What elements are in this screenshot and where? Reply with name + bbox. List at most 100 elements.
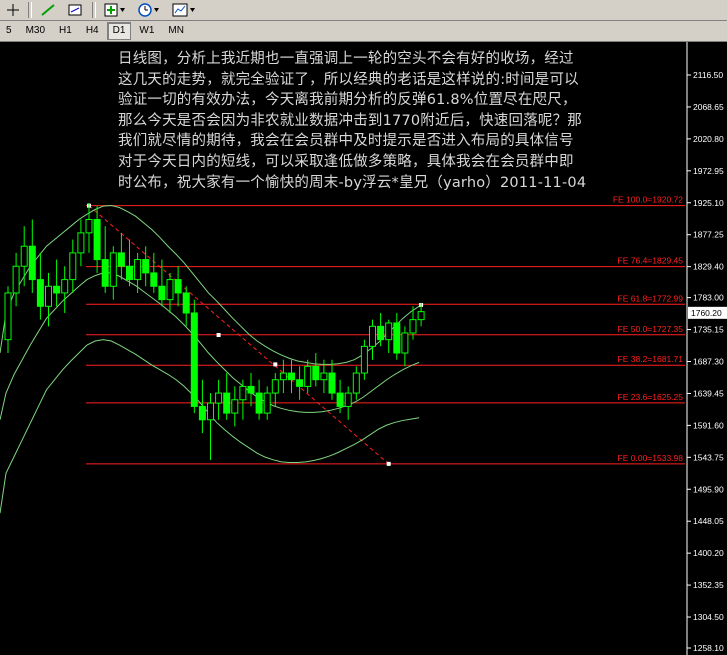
price-tick-label: 1495.90 xyxy=(693,484,724,494)
candle-body xyxy=(271,379,279,394)
price-tick-label: 1258.10 xyxy=(693,643,724,653)
fibo-anchor-point xyxy=(273,362,278,367)
fibo-level-label: FE 38.2=1681.71 xyxy=(618,354,684,364)
candle-body xyxy=(45,285,52,307)
candle-body xyxy=(36,279,44,307)
templates-icon[interactable] xyxy=(168,1,200,19)
annotation-line: 那么今天是否会因为非农就业数据冲击到1770附近后，快速回落呢？那 xyxy=(118,112,582,129)
candle-body xyxy=(296,379,304,387)
annotation-line: 验证一切的有效办法，今天离我前期分析的反弹61.8%位置尽在咫尺， xyxy=(118,92,577,109)
timeframe-m30[interactable]: M30 xyxy=(20,22,51,40)
candle-body xyxy=(417,311,425,321)
candle-body xyxy=(207,402,214,421)
crosshair-icon[interactable] xyxy=(2,1,24,19)
chart-toolbar xyxy=(0,0,727,21)
price-tick-label: 1877.25 xyxy=(693,230,724,240)
price-tick-label: 2116.50 xyxy=(693,70,723,80)
fibo-level-label: FE 50.0=1727.35 xyxy=(618,324,684,334)
price-tick-label: 1543.75 xyxy=(693,452,724,462)
candle-body xyxy=(174,279,182,294)
candle-body xyxy=(263,392,271,414)
price-tick-label: 1591.60 xyxy=(693,420,724,430)
fibo-level-label: FE 23.6=1625.25 xyxy=(618,392,684,402)
price-tick-label: 1400.20 xyxy=(693,548,724,558)
candle-body xyxy=(336,392,344,407)
price-tick-label: 1925.10 xyxy=(693,198,724,208)
price-tick-label: 2020.80 xyxy=(693,134,724,144)
candle-body xyxy=(231,399,239,414)
add-indicator-icon[interactable] xyxy=(100,1,130,19)
annotation-line: 日线图，分析上我近期也一直强调上一轮的空头不会有好的收场，经过 xyxy=(118,51,574,67)
candle-body xyxy=(288,372,295,381)
price-tick-label: 1783.00 xyxy=(693,293,724,303)
candle-body xyxy=(279,372,287,381)
candle-body xyxy=(409,319,417,334)
candle-body xyxy=(77,232,85,254)
candle-body xyxy=(377,325,385,341)
annotation-line: 对于今天日内的短线，可以采取逢低做多策略，具体我会在会员群中即 xyxy=(118,153,574,170)
clock-icon[interactable] xyxy=(134,1,164,19)
candle-body xyxy=(85,219,93,234)
annotation-line: 我们就尽情的期待，我会在会员群中及时提示是否进入布局的具体信号 xyxy=(118,133,574,150)
candle-body xyxy=(109,252,117,287)
candle-body xyxy=(352,372,360,394)
candle-body xyxy=(142,259,150,274)
price-tick-label: 1352.35 xyxy=(693,580,724,590)
candle-body xyxy=(385,322,393,341)
timeframe-h4[interactable]: H4 xyxy=(80,22,105,40)
candle-body xyxy=(247,385,255,394)
candle-body xyxy=(239,385,247,401)
fibo-anchor-point xyxy=(386,461,391,466)
fibo-level-label: FE 76.4=1829.45 xyxy=(618,256,684,266)
candle-body xyxy=(215,392,223,404)
timeframe-bar: 5 M30 H1 H4 D1 W1 MN xyxy=(0,21,727,42)
candle-body xyxy=(304,365,312,387)
candle-body xyxy=(190,312,198,407)
price-tick-label: 1972.95 xyxy=(693,166,724,176)
fibo-anchor-point xyxy=(216,332,221,337)
candle-body xyxy=(61,279,69,294)
candle-body xyxy=(320,372,328,381)
candle-body xyxy=(393,322,401,354)
candle-body xyxy=(328,372,336,394)
timeframe-5[interactable]: 5 xyxy=(0,22,18,40)
candle-body xyxy=(312,365,320,381)
price-tick-label: 1639.45 xyxy=(693,388,724,398)
candle-body xyxy=(126,265,133,281)
fibo-level-label: FE 0.00=1533.98 xyxy=(618,453,684,463)
candle-body xyxy=(158,285,166,301)
bollinger-bands xyxy=(0,204,420,514)
toolbar-separator xyxy=(28,2,32,18)
candle-body xyxy=(101,259,109,287)
candle-body xyxy=(223,392,231,414)
timeframe-w1[interactable]: W1 xyxy=(133,22,160,40)
fibo-level-label: FE 100.0=1920.72 xyxy=(613,195,683,205)
candle-body xyxy=(198,405,206,421)
candle-body xyxy=(150,272,158,287)
candle-body xyxy=(93,219,101,261)
candlesticks xyxy=(4,202,425,460)
line-tool-icon[interactable] xyxy=(36,1,60,19)
candle-body xyxy=(12,265,20,294)
zoom-icon[interactable] xyxy=(64,1,88,19)
price-tick-label: 1829.40 xyxy=(693,262,724,272)
candle-body xyxy=(28,245,36,281)
price-axis[interactable]: 2116.50 2068.65 2020.80 1972.95 1925.10 1877.… xyxy=(686,42,727,655)
candle-body xyxy=(53,285,61,294)
candle-body xyxy=(255,392,263,414)
candle-body xyxy=(401,332,409,354)
candle-body xyxy=(166,279,174,301)
candle-body xyxy=(182,292,190,314)
timeframe-h1[interactable]: H1 xyxy=(53,22,78,40)
price-tick-label: 1735.15 xyxy=(693,325,724,335)
annotation-line: 这几天的走势，就完全验证了，所以经典的老话是这样说的:时间是可以 xyxy=(118,71,579,88)
candle-body xyxy=(20,245,28,267)
price-tick-label: 1448.05 xyxy=(693,516,724,526)
candle-body xyxy=(4,292,12,341)
candle-body xyxy=(360,345,368,374)
toolbar-separator xyxy=(92,2,96,18)
timeframe-d1[interactable]: D1 xyxy=(106,22,132,40)
candle-body xyxy=(117,252,125,267)
candle-body xyxy=(134,259,142,281)
timeframe-mn[interactable]: MN xyxy=(162,22,190,40)
